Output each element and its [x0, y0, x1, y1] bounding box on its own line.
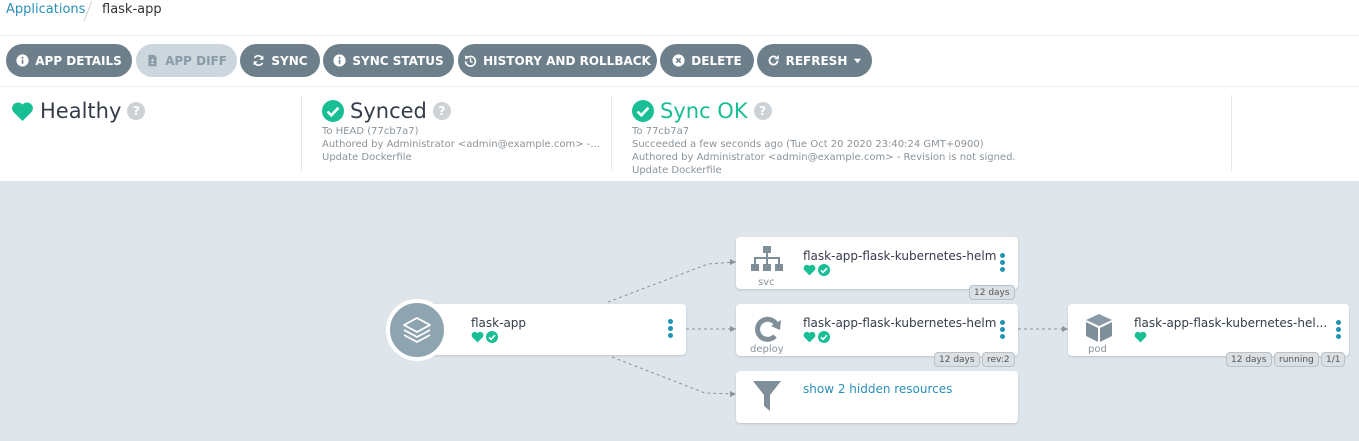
file-diff-icon	[148, 54, 157, 67]
service-icon	[751, 246, 783, 271]
check-circle-icon	[322, 100, 344, 122]
pod-node-menu[interactable]	[1336, 320, 1342, 340]
deploy-age-tag: 12 days	[934, 352, 980, 367]
status-panel: Healthy ? Synced ? To HEAD (77cb7a7) Aut…	[0, 87, 1359, 181]
deploy-node-kind: deploy	[750, 344, 784, 355]
heart-icon	[803, 331, 816, 343]
sync-message: Update Dockerfile	[322, 152, 412, 163]
deploy-revision-tag: rev:2	[982, 352, 1015, 367]
sync-icon	[254, 55, 264, 66]
divider	[1231, 95, 1232, 171]
resource-tree-canvas: flask-app svc flask-app-flask-kubernetes…	[0, 181, 1359, 441]
toolbar: APP DETAILS APP DIFF SYNC SYNC STATUS HI…	[0, 36, 1359, 87]
heart-icon	[12, 101, 33, 121]
help-icon[interactable]: ?	[753, 102, 772, 120]
heart-icon	[803, 264, 816, 276]
app-details-button[interactable]: APP DETAILS	[6, 44, 132, 77]
filter-icon	[753, 381, 781, 411]
app-diff-button[interactable]: APP DIFF	[136, 44, 237, 77]
deploy-node-status	[803, 331, 830, 343]
pod-status-tag: running	[1274, 352, 1319, 367]
refresh-icon	[768, 54, 779, 66]
help-icon[interactable]: ?	[432, 102, 451, 120]
sync-author: Authored by Administrator <admin@example…	[322, 139, 600, 150]
heart-icon	[471, 331, 484, 343]
sync-status-button[interactable]: SYNC STATUS	[323, 44, 454, 77]
svc-age-tag: 12 days	[969, 285, 1015, 300]
show-hidden-resources-link[interactable]: show 2 hidden resources	[803, 382, 952, 396]
deploy-node[interactable]: deploy flask-app-flask-kubernetes-helm 1…	[736, 304, 1018, 367]
delete-button[interactable]: DELETE	[660, 44, 754, 77]
pod-node-title: flask-app-flask-kubernetes-hel...	[1134, 316, 1328, 330]
sync-status: Synced ?	[322, 99, 451, 123]
operation-message: Update Dockerfile	[632, 165, 722, 176]
divider	[611, 95, 612, 171]
svc-node-kind: svc	[758, 277, 775, 288]
svc-node-status	[803, 264, 830, 276]
check-circle-icon	[632, 100, 654, 122]
health-status: Healthy ?	[11, 99, 146, 123]
info-icon	[16, 54, 29, 67]
help-icon[interactable]: ?	[127, 102, 146, 120]
deploy-node-title: flask-app-flask-kubernetes-helm	[803, 316, 997, 330]
refresh-button[interactable]: REFRESH	[757, 44, 872, 77]
breadcrumb-separator	[83, 0, 93, 22]
operation-status: Sync OK ?	[632, 99, 772, 123]
operation-author: Authored by Administrator <admin@example…	[632, 152, 1016, 163]
delete-icon	[672, 54, 685, 67]
app-node-icon-circle	[386, 299, 448, 361]
pod-icon	[1086, 314, 1112, 342]
check-circle-icon	[818, 264, 830, 276]
breadcrumb-applications-link[interactable]: Applications	[6, 2, 85, 17]
operation-result: Succeeded a few seconds ago (Tue Oct 20 …	[632, 139, 984, 150]
hidden-resources-node[interactable]: show 2 hidden resources	[736, 371, 1018, 423]
info-icon	[333, 54, 346, 67]
deploy-node-menu[interactable]	[1000, 320, 1006, 340]
operation-revision: To 77cb7a7	[632, 126, 690, 137]
pod-ready-tag: 1/1	[1321, 352, 1346, 367]
check-circle-icon	[818, 331, 830, 343]
divider	[301, 95, 302, 171]
pod-node-kind: pod	[1088, 344, 1107, 355]
breadcrumb: Applications flask-app	[0, 0, 1359, 36]
svc-node[interactable]: svc flask-app-flask-kubernetes-helm 12 d…	[736, 237, 1018, 300]
pod-age-tag: 12 days	[1226, 352, 1272, 367]
pod-node-status	[1134, 331, 1147, 343]
sync-button[interactable]: SYNC	[240, 44, 320, 77]
layers-icon	[403, 317, 431, 343]
sync-revision: To HEAD (77cb7a7)	[322, 126, 419, 137]
heart-icon	[1134, 331, 1147, 343]
history-icon	[464, 55, 477, 67]
app-node-title: flask-app	[471, 316, 527, 330]
svc-node-menu[interactable]	[1000, 253, 1006, 273]
breadcrumb-current: flask-app	[102, 2, 162, 17]
app-node-status	[471, 331, 498, 343]
caret-down-icon	[854, 58, 862, 64]
app-node-menu[interactable]	[668, 319, 674, 339]
deployment-icon	[755, 316, 781, 342]
pod-node[interactable]: pod flask-app-flask-kubernetes-hel... 12…	[1068, 304, 1349, 367]
check-circle-icon	[486, 331, 498, 343]
svc-node-title: flask-app-flask-kubernetes-helm	[803, 249, 997, 263]
history-rollback-button[interactable]: HISTORY AND ROLLBACK	[458, 44, 657, 77]
